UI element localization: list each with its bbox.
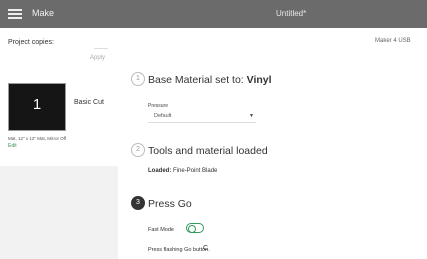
pressure-dropdown[interactable]: Default ▼ <box>148 111 256 123</box>
loaded-tool-value: Fine-Point Blade <box>173 168 218 174</box>
menu-icon[interactable] <box>8 9 22 19</box>
mat-details: Mat, 12" x 12" Mat, Mirror Off <box>8 136 67 141</box>
step-1-title: Base Material set to: Vinyl <box>148 74 272 86</box>
top-bar: Make Untitled* <box>0 0 427 28</box>
chevron-down-icon: ▼ <box>249 113 254 119</box>
apply-button[interactable]: Apply <box>90 55 105 61</box>
project-copies-input[interactable] <box>94 37 108 49</box>
project-copies-label: Project copies: <box>8 39 54 46</box>
sidebar-empty-area <box>0 166 118 259</box>
step-2-title: Tools and material loaded <box>148 145 268 157</box>
loaded-label: Loaded: <box>148 168 172 174</box>
step-3-indicator: 3 <box>131 196 145 210</box>
mat-edit-link[interactable]: Edit <box>8 143 17 149</box>
step-1-title-text: Base Material set to: <box>148 74 244 86</box>
step-2-indicator: 2 <box>131 143 145 157</box>
app-title: Make <box>32 8 55 18</box>
step-1-indicator: 1 <box>131 72 145 86</box>
mat-preview[interactable]: 1 <box>8 83 66 131</box>
document-title: Untitled* <box>276 9 307 18</box>
cricut-logo-icon: C <box>203 245 209 252</box>
fast-mode-toggle[interactable] <box>186 223 204 233</box>
machine-label[interactable]: Maker 4 USB <box>375 38 411 44</box>
base-material-value[interactable]: Vinyl <box>247 74 272 86</box>
mat-sidebar: Project copies: Apply 1 Basic Cut Mat, 1… <box>0 28 118 259</box>
loaded-tools: Loaded: Fine-Point Blade <box>148 168 217 174</box>
fast-mode-label: Fast Mode <box>148 227 174 233</box>
toggle-knob <box>188 224 196 233</box>
mat-number: 1 <box>32 96 42 113</box>
go-instruction: Press flashing Go button. <box>148 247 210 253</box>
pressure-value: Default <box>154 113 172 119</box>
mat-name: Basic Cut <box>74 99 104 106</box>
step-3-title: Press Go <box>148 198 192 210</box>
pressure-label: Pressure <box>148 103 169 109</box>
